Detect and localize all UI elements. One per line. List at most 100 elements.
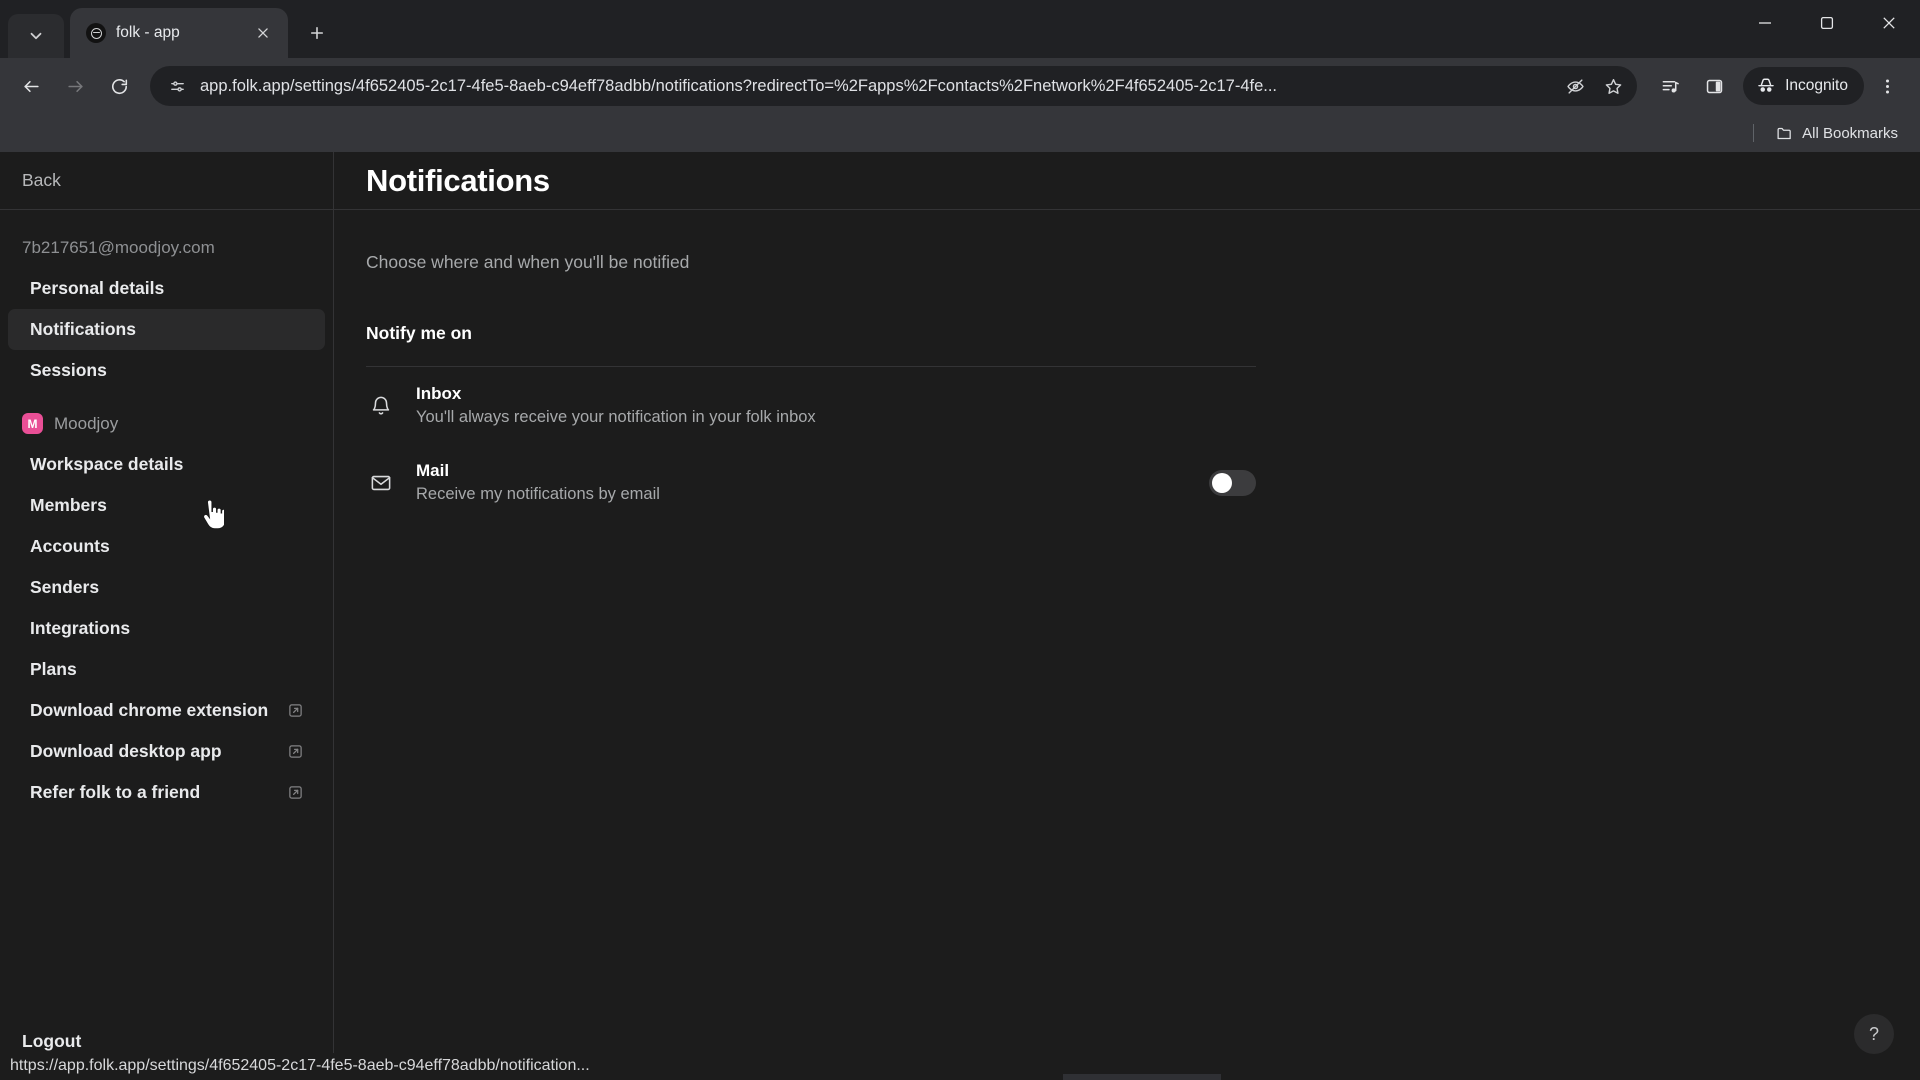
tab-search-button[interactable] <box>8 14 64 58</box>
forward-button[interactable] <box>54 65 96 107</box>
maximize-button[interactable] <box>1796 0 1858 46</box>
browser-menu-button[interactable] <box>1866 65 1908 107</box>
address-bar[interactable]: app.folk.app/settings/4f652405-2c17-4fe5… <box>150 66 1638 106</box>
chevron-down-icon <box>30 32 42 40</box>
browser-tab[interactable]: folk - app <box>70 8 288 58</box>
sidebar-item-members[interactable]: Members <box>8 485 325 526</box>
sidebar-item-sessions[interactable]: Sessions <box>8 350 325 391</box>
omnibox-actions <box>1557 68 1631 104</box>
sidebar-item-plans[interactable]: Plans <box>8 649 325 690</box>
sidebar-item-download-desktop-app[interactable]: Download desktop app <box>8 731 325 772</box>
reload-button[interactable] <box>98 65 140 107</box>
sidebar-item-label: Integrations <box>30 618 131 638</box>
browser-toolbar: app.folk.app/settings/4f652405-2c17-4fe5… <box>0 58 1920 114</box>
sidebar-item-personal-details[interactable]: Personal details <box>8 268 325 309</box>
three-dot-menu-icon <box>1885 78 1889 94</box>
sidebar-item-label: Sessions <box>30 360 107 380</box>
media-control-button[interactable] <box>1649 65 1691 107</box>
site-settings-button[interactable] <box>164 73 190 99</box>
notification-row-inbox: Inbox You'll always receive your notific… <box>366 367 1256 444</box>
workspace-header: M Moodjoy <box>0 407 333 444</box>
page-header: Notifications <box>334 152 1920 210</box>
tune-icon <box>170 80 184 92</box>
sidebar-item-label: Members <box>30 495 107 515</box>
bookmarks-bar: All Bookmarks <box>0 114 1920 152</box>
bookmark-button[interactable] <box>1595 68 1631 104</box>
sidebar-item-download-chrome-extension[interactable]: Download chrome extension <box>8 690 325 731</box>
tab-strip: folk - app <box>0 0 1920 58</box>
mail-notifications-toggle[interactable] <box>1209 469 1256 496</box>
sidebar-item-label: Workspace details <box>30 454 184 474</box>
sidebar-item-label: Download chrome extension <box>30 700 269 720</box>
browser-window: folk - app app.folk.app/settings/4f65240… <box>0 0 1920 1080</box>
sidebar-item-label: Notifications <box>30 319 136 339</box>
forward-arrow-icon <box>67 80 83 92</box>
help-button[interactable]: ? <box>1854 1014 1894 1054</box>
window-controls <box>1734 0 1920 46</box>
sidebar-item-refer-folk-to-a-friend[interactable]: Refer folk to a friend <box>8 772 325 813</box>
external-link-icon <box>288 703 303 718</box>
close-icon <box>1883 17 1895 29</box>
tab-title: folk - app <box>116 24 180 41</box>
tab-close-button[interactable] <box>250 20 276 46</box>
media-playlist-icon <box>1662 80 1679 93</box>
notification-description: Receive my notifications by email <box>416 485 660 503</box>
external-link-icon <box>288 785 303 800</box>
eye-off-icon <box>1566 78 1584 94</box>
notifications-panel: Choose where and when you'll be notified… <box>334 210 1920 521</box>
minimize-button[interactable] <box>1734 0 1796 46</box>
logout-label: Logout <box>22 1031 82 1051</box>
star-icon <box>1605 78 1621 94</box>
sidebar-item-senders[interactable]: Senders <box>8 567 325 608</box>
minimize-icon <box>1759 22 1771 24</box>
logout-button[interactable]: Logout <box>0 1031 103 1052</box>
main-content: Notifications Choose where and when you'… <box>334 152 1920 1080</box>
sidebar-item-label: Senders <box>30 577 100 597</box>
new-tab-button[interactable] <box>298 14 336 52</box>
back-link[interactable]: Back <box>0 152 333 210</box>
sidebar-item-label: Refer folk to a friend <box>30 782 201 802</box>
sidebar-item-label: Download desktop app <box>30 741 222 761</box>
incognito-icon <box>1758 78 1774 92</box>
sidebar-item-workspace-details[interactable]: Workspace details <box>8 444 325 485</box>
reload-icon <box>111 78 127 94</box>
notification-text: Mail Receive my notifications by email <box>416 461 1189 504</box>
page-content: Back 7b217651@moodjoy.com Personal detai… <box>0 152 1920 1080</box>
side-panel-button[interactable] <box>1693 65 1735 107</box>
section-title: Notify me on <box>366 323 472 343</box>
page-title: Notifications <box>366 162 550 198</box>
page-subtitle: Choose where and when you'll be notified <box>366 252 690 272</box>
tracking-protection-button[interactable] <box>1557 68 1593 104</box>
folk-logo-icon <box>86 23 106 43</box>
back-arrow-icon <box>23 80 39 92</box>
maximize-icon <box>1820 16 1834 30</box>
all-bookmarks-label: All Bookmarks <box>1802 124 1898 142</box>
taskbar-peek <box>1063 1074 1221 1080</box>
sidebar-item-label: Plans <box>30 659 77 679</box>
close-window-button[interactable] <box>1858 0 1920 46</box>
notification-text: Inbox You'll always receive your notific… <box>416 384 1256 427</box>
folder-icon <box>1777 127 1791 139</box>
sidebar-item-integrations[interactable]: Integrations <box>8 608 325 649</box>
sidebar-item-notifications[interactable]: Notifications <box>8 309 325 350</box>
all-bookmarks-button[interactable]: All Bookmarks <box>1768 120 1906 147</box>
sidebar-item-label: Accounts <box>30 536 110 556</box>
incognito-indicator[interactable]: Incognito <box>1743 67 1864 105</box>
status-bar-url: https://app.folk.app/settings/4f652405-2… <box>0 1053 600 1080</box>
sidebar-item-accounts[interactable]: Accounts <box>8 526 325 567</box>
sidebar-body: 7b217651@moodjoy.com Personal details No… <box>0 210 333 1080</box>
sidebar-item-label: Personal details <box>30 278 165 298</box>
toggle-knob <box>1212 472 1232 493</box>
side-panel-icon <box>1706 79 1722 93</box>
external-link-icon <box>288 744 303 759</box>
mail-icon <box>366 472 396 494</box>
notification-description: You'll always receive your notification … <box>416 408 816 426</box>
settings-sidebar: Back 7b217651@moodjoy.com Personal detai… <box>0 152 334 1080</box>
bookmarks-divider <box>1753 124 1755 142</box>
bell-icon <box>366 395 396 417</box>
notification-title: Inbox <box>416 384 462 403</box>
incognito-label: Incognito <box>1785 77 1848 94</box>
notification-row-mail: Mail Receive my notifications by email <box>366 444 1256 521</box>
help-label: ? <box>1868 1023 1879 1044</box>
back-button[interactable] <box>10 65 52 107</box>
